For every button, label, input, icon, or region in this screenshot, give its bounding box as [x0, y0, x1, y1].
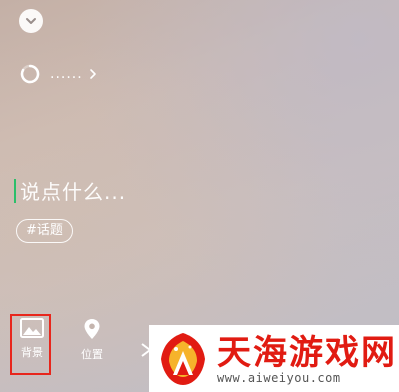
location-button[interactable]: 位置 [74, 318, 110, 362]
text-cursor [14, 179, 16, 203]
post-text-input[interactable]: 说点什么... [20, 176, 126, 205]
highlight-annotation [10, 314, 51, 375]
chevron-down-icon [26, 18, 36, 24]
location-label: 位置 [81, 348, 103, 361]
chevron-right-icon [89, 69, 96, 79]
loading-ring-icon [20, 64, 40, 84]
status-text: ...... [50, 66, 83, 82]
location-pin-icon [84, 319, 100, 339]
status-row[interactable]: ...... [20, 64, 97, 84]
collapse-button[interactable] [19, 9, 43, 33]
watermark-logo-icon [161, 332, 205, 385]
topic-chip[interactable]: #话题 [16, 219, 73, 243]
watermark-banner: 天海游戏网 www.aiweiyou.com [149, 325, 399, 392]
watermark-title: 天海游戏网 [217, 332, 397, 373]
watermark-url: www.aiweiyou.com [217, 370, 341, 385]
